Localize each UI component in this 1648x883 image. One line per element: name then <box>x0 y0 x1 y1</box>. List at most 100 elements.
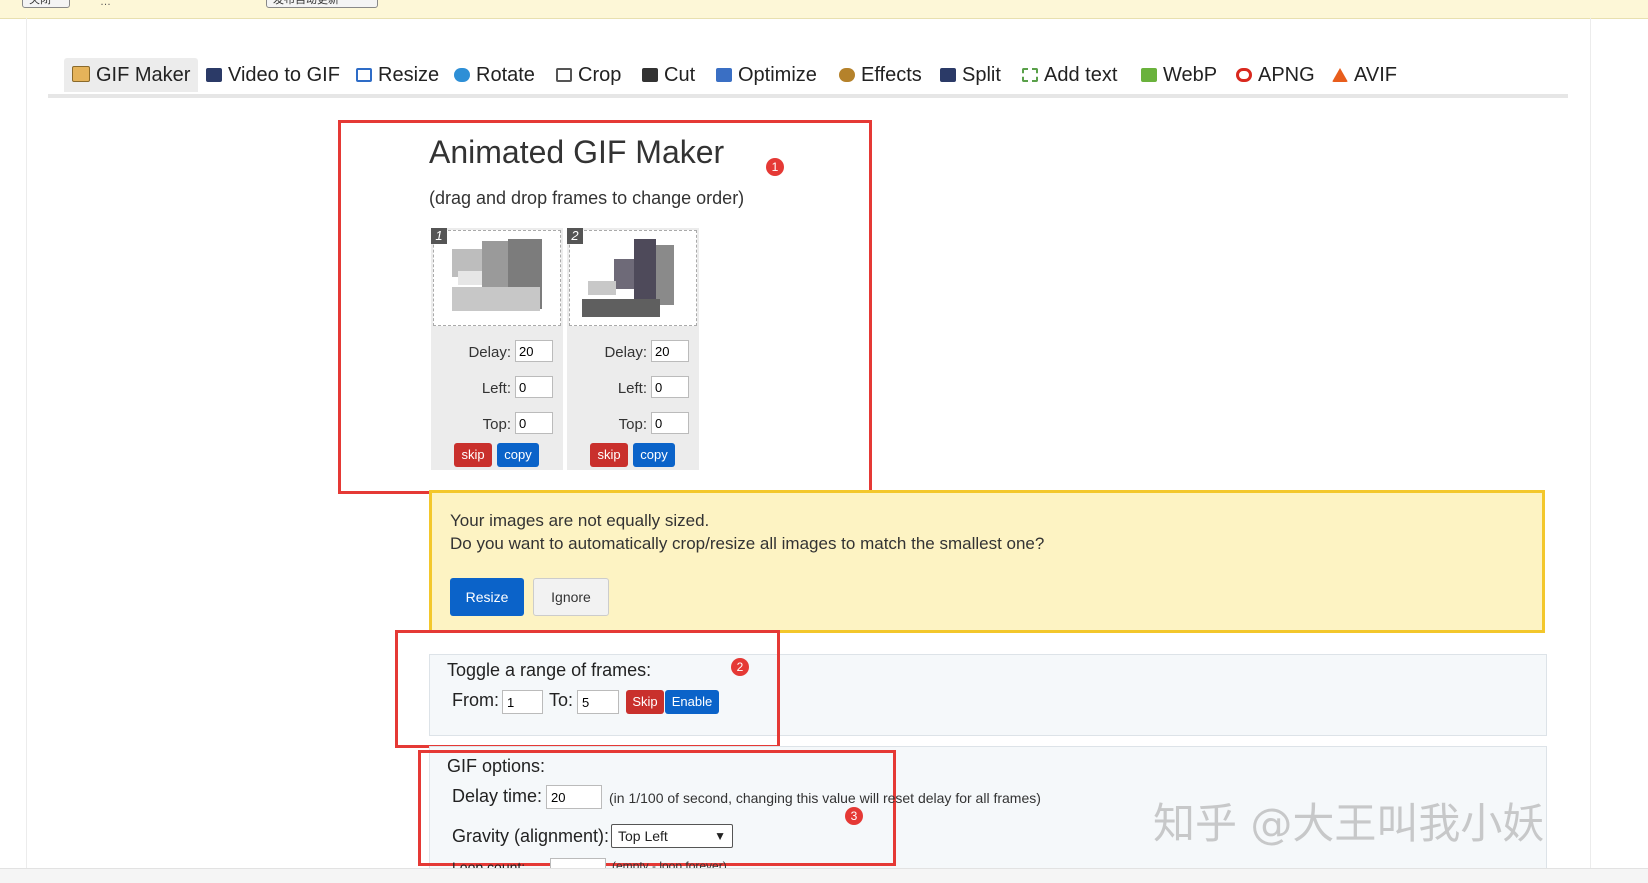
tab-label: Add text <box>1044 64 1118 86</box>
top-notification-bar: 关闭 … 发布自动更新 <box>0 0 1648 19</box>
frame-thumbnail[interactable] <box>569 230 697 326</box>
avif-icon <box>1332 68 1348 82</box>
resize-icon <box>356 68 372 82</box>
gravity-selected-value: Top Left <box>618 828 668 844</box>
tab-optimize[interactable]: Optimize <box>708 58 825 92</box>
page-title: Animated GIF Maker <box>429 134 725 170</box>
annotation-badge-2: 2 <box>731 658 749 676</box>
gif-maker-icon <box>72 66 90 82</box>
range-skip-button[interactable]: Skip <box>626 690 664 714</box>
tab-resize[interactable]: Resize <box>348 58 447 92</box>
tab-label: Crop <box>578 64 622 86</box>
frame-copy-button[interactable]: copy <box>497 443 539 467</box>
frame-delay-label: Delay: <box>468 344 511 361</box>
tab-cut[interactable]: Cut <box>634 58 703 92</box>
tab-crop[interactable]: Crop <box>548 58 629 92</box>
frame-left-row: Left: <box>567 376 699 402</box>
frame-copy-button[interactable]: copy <box>633 443 675 467</box>
delay-time-label: Delay time: <box>452 786 543 806</box>
to-input[interactable] <box>577 690 619 714</box>
resize-button[interactable]: Resize <box>450 578 524 616</box>
frame-top-row: Top: <box>431 412 563 438</box>
frame-number: 2 <box>567 228 583 244</box>
frame-left-row: Left: <box>431 376 563 402</box>
annotation-badge-1: 1 <box>766 158 784 176</box>
tab-label: APNG <box>1258 64 1315 86</box>
annotation-badge-3: 3 <box>845 807 863 825</box>
tab-label: Resize <box>378 64 440 86</box>
frame-delay-row: Delay: <box>431 340 563 366</box>
cut-icon <box>642 68 658 82</box>
top-left-button[interactable]: 关闭 <box>22 0 70 8</box>
gravity-label: Gravity (alignment): <box>452 826 610 846</box>
annotation-box-2 <box>395 630 780 748</box>
tab-apng[interactable]: APNG <box>1228 58 1323 92</box>
tab-label: Rotate <box>476 64 535 86</box>
frame-card-1[interactable]: 1 Delay: Left: Top: skip copy <box>431 228 563 470</box>
frame-left-label: Left: <box>617 380 647 397</box>
frame-top-label: Top: <box>482 416 511 433</box>
tab-label: Optimize <box>738 64 817 86</box>
gif-options-title: GIF options: <box>447 756 546 776</box>
gravity-select[interactable]: Top Left ▼ <box>611 824 733 848</box>
apng-icon <box>1236 68 1252 82</box>
tab-split[interactable]: Split <box>932 58 1009 92</box>
tab-gif-maker[interactable]: GIF Maker <box>64 58 199 92</box>
toggle-range-title: Toggle a range of frames: <box>447 660 652 680</box>
tab-label: Video to GIF <box>228 64 340 86</box>
tab-label: Cut <box>664 64 696 86</box>
frame-delay-row: Delay: <box>567 340 699 366</box>
tab-video-to-gif[interactable]: Video to GIF <box>198 58 348 92</box>
frame-delay-label: Delay: <box>604 344 647 361</box>
frame-thumbnail[interactable] <box>433 230 561 326</box>
add-text-icon <box>1022 68 1038 82</box>
frame-card-2[interactable]: 2 Delay: Left: Top: skip copy <box>567 228 699 470</box>
ignore-button[interactable]: Ignore <box>533 578 609 616</box>
frame-left-input[interactable] <box>515 376 553 398</box>
watermark-text: 知乎 @大王叫我小妖 <box>1153 799 1545 848</box>
frame-top-input[interactable] <box>515 412 553 434</box>
page-right-border <box>1590 18 1591 868</box>
tab-label: Split <box>962 64 1001 86</box>
tab-rotate[interactable]: Rotate <box>446 58 543 92</box>
frame-skip-button[interactable]: skip <box>590 443 628 467</box>
from-label: From: <box>452 690 499 710</box>
page-subtitle: (drag and drop frames to change order) <box>429 188 745 208</box>
range-enable-button[interactable]: Enable <box>665 690 719 714</box>
optimize-icon <box>716 68 732 82</box>
tab-add-text[interactable]: Add text <box>1014 58 1125 92</box>
frame-delay-input[interactable] <box>651 340 689 362</box>
top-middle-text: … <box>100 0 111 8</box>
frame-skip-button[interactable]: skip <box>454 443 492 467</box>
frame-number: 1 <box>431 228 447 244</box>
crop-icon <box>556 68 572 82</box>
split-icon <box>940 68 956 82</box>
size-warning-alert: Your images are not equally sized. Do yo… <box>429 490 1545 633</box>
frame-delay-input[interactable] <box>515 340 553 362</box>
tab-webp[interactable]: WebP <box>1133 58 1225 92</box>
delay-time-input[interactable] <box>546 785 602 809</box>
tab-label: Effects <box>861 64 922 86</box>
tab-avif[interactable]: AVIF <box>1324 58 1405 92</box>
warning-line-2: Do you want to automatically crop/resize… <box>450 534 1045 553</box>
frame-top-input[interactable] <box>651 412 689 434</box>
chevron-down-icon: ▼ <box>714 829 726 843</box>
to-label: To: <box>549 690 574 710</box>
frame-left-label: Left: <box>481 380 511 397</box>
film-icon <box>206 68 222 82</box>
frame-top-row: Top: <box>567 412 699 438</box>
from-input[interactable] <box>502 690 543 714</box>
top-right-button[interactable]: 发布自动更新 <box>266 0 378 8</box>
tab-effects[interactable]: Effects <box>831 58 930 92</box>
delay-time-note: (in 1/100 of second, changing this value… <box>609 790 1041 806</box>
warning-line-1: Your images are not equally sized. <box>450 511 710 530</box>
tab-label: WebP <box>1163 64 1218 86</box>
page-left-border <box>26 18 27 868</box>
tool-tabs: GIF Maker Video to GIF Resize Rotate Cro… <box>48 56 1568 98</box>
frame-top-label: Top: <box>618 416 647 433</box>
tab-label: AVIF <box>1354 64 1397 86</box>
bottom-toolbar <box>0 868 1648 883</box>
rotate-icon <box>454 68 470 82</box>
frame-left-input[interactable] <box>651 376 689 398</box>
effects-icon <box>839 68 855 82</box>
